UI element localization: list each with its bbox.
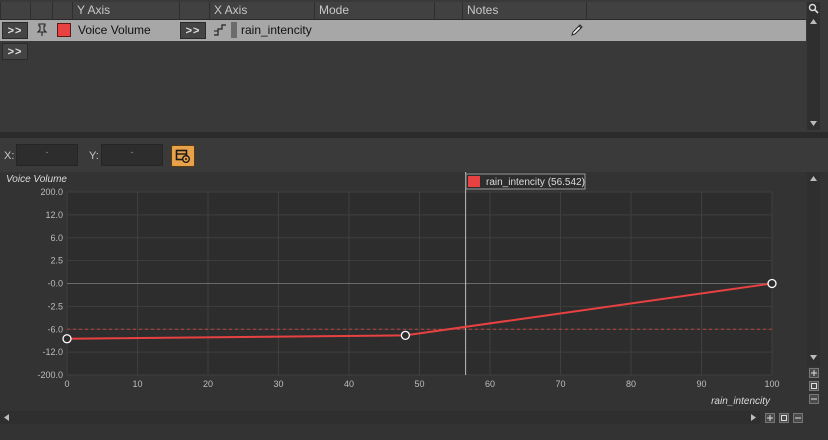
y-tick-label: -200.0 — [37, 370, 63, 380]
table-header-row: Y Axis X Axis Mode Notes — [0, 2, 806, 20]
x-axis-color-swatch — [231, 22, 237, 38]
x-tick-label: 10 — [132, 379, 142, 389]
y-coordinate-value: - — [130, 147, 134, 157]
cursor-color-swatch — [468, 176, 480, 187]
scroll-up-arrow-icon[interactable] — [809, 175, 818, 182]
header-notes[interactable]: Notes — [462, 2, 586, 19]
table-row[interactable]: >> Voice Volume >> rain_intencity — [0, 20, 806, 41]
curve-step-icon — [214, 24, 226, 36]
scroll-up-arrow-icon[interactable] — [809, 18, 818, 25]
x-tick-label: 40 — [344, 379, 354, 389]
cursor-label: rain_intencity (56.542) — [465, 173, 586, 190]
x-tick-label: 100 — [764, 379, 779, 389]
y-tick-label: -6.0 — [47, 324, 63, 334]
panel-splitter[interactable] — [0, 132, 828, 138]
header-spacer — [434, 2, 462, 19]
y-tick-label: 6.0 — [50, 233, 63, 243]
plus-icon — [767, 415, 773, 421]
fit-icon — [781, 415, 787, 421]
curve-graph[interactable]: 200.0 12.0 6.0 2.5 -0.0 -2.5 -6.0 -12.0 -200.0 0… — [0, 172, 828, 440]
y-tick-label: 200.0 — [40, 187, 63, 197]
cursor-label-text: rain_intencity (56.542) — [486, 177, 585, 188]
fit-vertical-button[interactable] — [809, 381, 819, 391]
y-coordinate-input[interactable]: - — [101, 144, 163, 166]
curve-point[interactable] — [767, 278, 777, 289]
minus-icon — [811, 398, 817, 400]
header-spacer — [52, 2, 72, 19]
x-tick-labels: 0 10 20 30 40 50 60 70 80 90 100 — [64, 379, 779, 389]
scroll-right-arrow-icon[interactable] — [750, 413, 757, 422]
zoom-in-vertical-button[interactable] — [809, 368, 819, 378]
x-tick-label: 0 — [64, 379, 69, 389]
x-axis-title: rain_intencity — [711, 396, 771, 407]
y-tick-label: 2.5 — [50, 256, 63, 266]
scroll-down-arrow-icon[interactable] — [809, 354, 818, 361]
header-x-axis[interactable]: X Axis — [209, 2, 314, 19]
header-mode[interactable]: Mode — [314, 2, 434, 19]
search-icon[interactable] — [808, 3, 819, 14]
fit-horizontal-button[interactable] — [779, 413, 789, 423]
x-tick-label: 50 — [414, 379, 424, 389]
curve-graph-area[interactable]: 200.0 12.0 6.0 2.5 -0.0 -2.5 -6.0 -12.0 -200.0 0… — [0, 172, 828, 440]
zoom-out-horizontal-button[interactable] — [793, 413, 803, 423]
table-vertical-scrollbar[interactable] — [807, 2, 820, 130]
header-spacer — [179, 2, 209, 19]
y-tick-label: 12.0 — [45, 210, 63, 220]
graph-vertical-scrollbar[interactable] — [807, 172, 820, 366]
x-tick-label: 30 — [273, 379, 283, 389]
y-axis-name: Voice Volume — [78, 23, 151, 37]
x-tick-label: 70 — [555, 379, 565, 389]
pin-icon[interactable] — [35, 23, 49, 37]
header-spacer — [586, 2, 806, 19]
zoom-out-vertical-button[interactable] — [809, 394, 819, 404]
fit-icon — [811, 383, 817, 389]
header-y-axis[interactable]: Y Axis — [72, 2, 179, 19]
y-tick-label: -12.0 — [42, 347, 63, 357]
x-axis-name: rain_intencity — [241, 23, 312, 37]
minus-icon — [795, 417, 801, 419]
x-coordinate-label: X: — [4, 150, 15, 162]
add-curve-button[interactable]: >> — [2, 43, 28, 60]
plus-icon — [811, 370, 817, 376]
scroll-down-arrow-icon[interactable] — [809, 120, 818, 127]
expand-row-button[interactable]: >> — [2, 22, 28, 39]
y-tick-label: -0.0 — [47, 279, 63, 289]
x-tick-label: 60 — [485, 379, 495, 389]
curve-color-swatch[interactable] — [57, 23, 71, 37]
header-spacer — [0, 2, 30, 19]
zoom-in-horizontal-button[interactable] — [765, 413, 775, 423]
y-axis-title: Voice Volume — [6, 174, 67, 185]
curve-point[interactable] — [62, 334, 72, 344]
coordinate-toolbar: X: - Y: - — [0, 140, 828, 172]
graph-horizontal-scrollbar[interactable] — [0, 411, 760, 424]
edit-notes-icon[interactable] — [570, 23, 584, 37]
x-coordinate-input[interactable]: - — [16, 144, 78, 166]
curve-table-panel: Y Axis X Axis Mode Notes >> Voice Volume… — [0, 0, 828, 132]
x-coordinate-value: - — [45, 147, 49, 157]
curve-point[interactable] — [400, 330, 411, 341]
snap-to-grid-button[interactable] — [171, 145, 195, 167]
y-coordinate-label: Y: — [89, 150, 99, 162]
x-axis-expand-button[interactable]: >> — [180, 22, 206, 39]
x-tick-label: 20 — [203, 379, 213, 389]
header-spacer — [30, 2, 52, 19]
scroll-left-arrow-icon[interactable] — [3, 413, 10, 422]
x-tick-label: 90 — [696, 379, 706, 389]
magnet-snap-icon — [175, 149, 190, 163]
y-tick-label: -2.5 — [47, 301, 63, 311]
y-tick-labels: 200.0 12.0 6.0 2.5 -0.0 -2.5 -6.0 -12.0 -200.0 — [37, 187, 63, 380]
x-tick-label: 80 — [626, 379, 636, 389]
